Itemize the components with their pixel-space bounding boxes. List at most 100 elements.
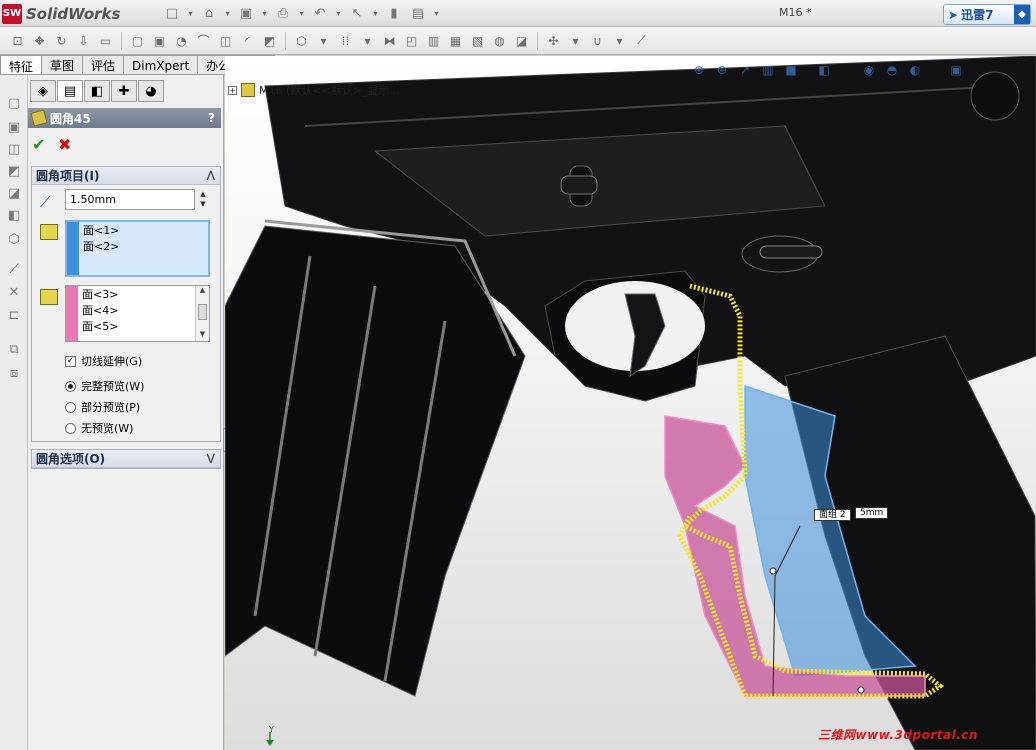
cancel-button[interactable]: ✖ xyxy=(58,135,71,154)
curves-icon[interactable]: ⟋ xyxy=(6,261,22,277)
list-item[interactable]: 面<3> xyxy=(82,287,118,303)
chevron-down-icon[interactable]: ▾ xyxy=(260,5,269,23)
chevron-down-icon[interactable]: ▾ xyxy=(358,31,377,51)
app-logo[interactable]: SW SolidWorks xyxy=(2,3,132,24)
pan-icon[interactable]: ✥ xyxy=(30,31,49,51)
rib-icon[interactable]: ⬡ xyxy=(6,231,22,247)
move-icon[interactable]: ⇩ xyxy=(74,31,93,51)
curves-icon[interactable]: ▥ xyxy=(424,31,443,51)
chevron-down-icon[interactable]: ▾ xyxy=(223,5,232,23)
zoom-to-fit-icon[interactable]: ⊕ xyxy=(691,62,707,78)
mirror-icon[interactable]: ⧓ xyxy=(380,31,399,51)
dimxpert-manager-icon[interactable]: ✚ xyxy=(111,80,137,102)
smart-dimension-icon[interactable]: ✣ xyxy=(544,31,563,51)
swept-boss-icon[interactable]: ◫ xyxy=(6,141,22,157)
sweep-icon[interactable]: ⌒ xyxy=(194,31,213,51)
select-arrow-icon[interactable]: ↖ xyxy=(347,5,367,23)
paste-icon[interactable]: ⧈ xyxy=(6,365,22,381)
radio-button[interactable] xyxy=(65,380,76,392)
appearance-icon[interactable]: ◓ xyxy=(884,62,900,78)
section-view-icon[interactable]: ▧ xyxy=(468,31,487,51)
tab-sketch[interactable]: 草图 xyxy=(41,55,84,75)
hole-wizard-icon[interactable]: ◍ xyxy=(490,31,509,51)
configuration-manager-icon[interactable]: ◧ xyxy=(84,80,110,102)
face-list-scrollbar[interactable]: ▲ ▼ xyxy=(195,286,209,341)
list-item[interactable]: 面<4> xyxy=(82,303,118,319)
reference-geometry-icon[interactable]: ◰ xyxy=(402,31,421,51)
chevron-down-icon[interactable]: ▾ xyxy=(371,5,380,23)
chevron-down-icon[interactable]: ▾ xyxy=(432,5,441,23)
sketch-icon[interactable]: ▢ xyxy=(128,31,147,51)
fillet-callout[interactable]: 5mm xyxy=(855,507,889,519)
radius-input[interactable]: 1.50mm xyxy=(65,189,195,210)
rebuild-icon[interactable]: ▮ xyxy=(384,5,404,23)
radio-button[interactable] xyxy=(65,401,76,413)
shell-icon[interactable]: ⬡ xyxy=(292,31,311,51)
view-settings-icon[interactable]: ▣ xyxy=(948,62,964,78)
tab-dimxpert[interactable]: DimXpert xyxy=(123,55,199,75)
view-orientation-icon[interactable]: ■ xyxy=(783,62,799,78)
fillet-items-header[interactable]: 圆角项目(I) ⋀ xyxy=(32,167,220,185)
display-manager-icon[interactable]: ◕ xyxy=(138,80,164,102)
chevron-down-icon[interactable]: ▾ xyxy=(610,31,629,51)
full-preview-radio[interactable]: 完整预览(W) xyxy=(65,378,144,394)
chevron-up-icon[interactable]: ⋀ xyxy=(207,170,215,181)
chevron-down-icon[interactable]: ▾ xyxy=(334,5,343,23)
copy-icon[interactable]: ⧉ xyxy=(6,341,22,357)
scroll-thumb[interactable] xyxy=(198,304,207,320)
save-icon[interactable]: ▣ xyxy=(236,5,256,23)
previous-view-icon[interactable]: ↗ xyxy=(737,62,753,78)
no-preview-radio[interactable]: 无预览(W) xyxy=(65,420,133,436)
zoom-to-area-icon[interactable]: ⊕ xyxy=(714,62,730,78)
chevron-down-icon[interactable]: ▾ xyxy=(186,5,195,23)
radio-button[interactable] xyxy=(65,422,76,434)
tangent-propagation-checkbox[interactable]: ✓ 切线延伸(G) xyxy=(65,353,142,369)
chevron-down-icon[interactable]: ▾ xyxy=(314,31,333,51)
spline-icon[interactable]: ∪ xyxy=(588,31,607,51)
view-icon[interactable]: ▭ xyxy=(96,31,115,51)
face-set-1-list[interactable]: 面<1> 面<2> xyxy=(65,220,210,277)
list-item[interactable]: 面<5> xyxy=(82,319,118,335)
chevron-down-icon[interactable]: ▾ xyxy=(566,31,585,51)
expand-icon[interactable]: + xyxy=(228,85,237,95)
pattern-icon[interactable]: ⁞⁞ xyxy=(336,31,355,51)
reference-axis-icon[interactable]: ✕ xyxy=(6,284,22,300)
checkbox[interactable]: ✓ xyxy=(65,355,76,367)
scroll-up-icon[interactable]: ▲ xyxy=(196,286,209,297)
face-set-2-list[interactable]: 面<3> 面<4> 面<5> ▲ ▼ xyxy=(65,285,210,342)
lofted-boss-icon[interactable]: ◩ xyxy=(6,163,22,179)
revolve-boss-icon[interactable]: ▣ xyxy=(6,119,22,135)
fillet-options-header[interactable]: 圆角选项(O) ⋁ xyxy=(32,450,220,468)
graphics-area[interactable]: + M16 (默认<<默认>_显示... ⊕ ⊕ ↗ ▥ ■ ◧ ◉ ◓ ◐ ▣… xyxy=(225,56,1036,750)
chamfer-icon[interactable]: ◩ xyxy=(260,31,279,51)
ok-button[interactable]: ✔ xyxy=(32,135,45,154)
draft-icon[interactable]: ◪ xyxy=(512,31,531,51)
section-view-icon[interactable]: ▥ xyxy=(760,62,776,78)
list-item[interactable]: 面<1> xyxy=(83,223,119,239)
loft-icon[interactable]: ◫ xyxy=(216,31,235,51)
flyout-feature-tree[interactable]: + M16 (默认<<默认>_显示... xyxy=(228,82,400,98)
rotate-icon[interactable]: ↻ xyxy=(52,31,71,51)
open-document-icon[interactable]: ⌂ xyxy=(199,5,219,23)
display-style-icon[interactable]: ◧ xyxy=(816,62,832,78)
measure-icon[interactable]: ⟋ xyxy=(632,31,651,51)
reference-plane-icon[interactable]: ⊏ xyxy=(6,307,22,323)
radius-spinner[interactable]: ▲ ▼ xyxy=(196,189,210,210)
property-manager-icon[interactable]: ▤ xyxy=(57,80,83,102)
scene-icon[interactable]: ◐ xyxy=(907,62,923,78)
tab-features[interactable]: 特征 xyxy=(0,55,43,76)
options-icon[interactable]: ▤ xyxy=(408,5,428,23)
list-item[interactable]: 面<2> xyxy=(83,239,119,255)
extrude-icon[interactable]: ▣ xyxy=(150,31,169,51)
chevron-down-icon[interactable]: ▾ xyxy=(297,5,306,23)
help-button[interactable]: ? xyxy=(208,111,215,125)
extruded-cut-icon[interactable]: ◪ xyxy=(6,185,22,201)
xunlei-button[interactable]: ➤ 迅雷7 ◆ xyxy=(943,4,1031,25)
undo-icon[interactable]: ↶ xyxy=(310,5,330,23)
scroll-down-icon[interactable]: ▼ xyxy=(196,330,209,341)
print-icon[interactable]: ⎙ xyxy=(273,5,293,23)
revolve-icon[interactable]: ◔ xyxy=(172,31,191,51)
fillet-icon[interactable]: ◜ xyxy=(238,31,257,51)
extrude-boss-icon[interactable]: ▢ xyxy=(6,95,22,111)
instant3d-icon[interactable]: ▦ xyxy=(446,31,465,51)
